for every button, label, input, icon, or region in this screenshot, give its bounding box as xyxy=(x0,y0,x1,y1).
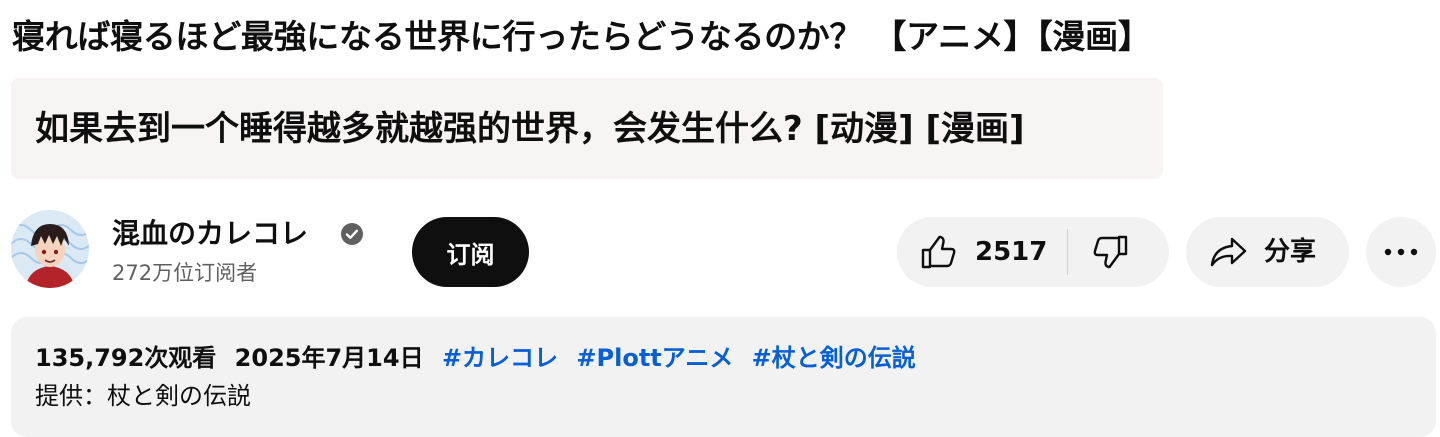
channel-name[interactable]: 混血のカレコレ xyxy=(112,215,308,253)
more-horizontal-icon xyxy=(1384,248,1418,256)
subscribe-button[interactable]: 订阅 xyxy=(412,217,529,287)
dislike-button[interactable] xyxy=(1068,217,1169,287)
more-actions-button[interactable] xyxy=(1366,217,1436,287)
subscriber-count: 272万位订阅者 xyxy=(112,261,258,285)
share-arrow-icon xyxy=(1210,237,1247,267)
like-count: 2517 xyxy=(975,237,1048,267)
description-box[interactable]: 135,792次观看 2025年7月14日 #カレコレ #Plottアニメ #杖… xyxy=(11,317,1436,437)
like-button[interactable]: 2517 xyxy=(897,217,1067,287)
thumbs-up-icon xyxy=(921,235,956,269)
thumbs-down-icon xyxy=(1093,235,1128,269)
view-count: 135,792次观看 xyxy=(35,344,217,372)
description-meta: 135,792次观看 2025年7月14日 #カレコレ #Plottアニメ #杖… xyxy=(35,341,926,375)
like-dislike-group: 2517 xyxy=(897,217,1169,287)
description-provider: 提供：杖と剣の伝説 xyxy=(35,382,251,410)
channel-avatar[interactable] xyxy=(11,210,89,288)
share-label: 分享 xyxy=(1264,237,1317,267)
share-button[interactable]: 分享 xyxy=(1186,217,1349,287)
hashtag-link[interactable]: #Plottアニメ xyxy=(576,344,733,372)
hashtag-link[interactable]: #カレコレ xyxy=(442,344,558,372)
translated-title: 如果去到一个睡得越多就越强的世界，会发生什么? [动漫] [漫画] xyxy=(35,109,1025,149)
upload-date: 2025年7月14日 xyxy=(234,344,424,372)
video-title: 寝れば寝るほど最強になる世界に行ったらどうなるのか？ 【アニメ】【漫画】 xyxy=(12,17,1151,56)
hashtag-link[interactable]: #杖と剣の伝説 xyxy=(752,344,916,372)
translated-title-box: 如果去到一个睡得越多就越强的世界，会发生什么? [动漫] [漫画] xyxy=(11,78,1163,179)
verified-check-icon xyxy=(341,223,363,245)
